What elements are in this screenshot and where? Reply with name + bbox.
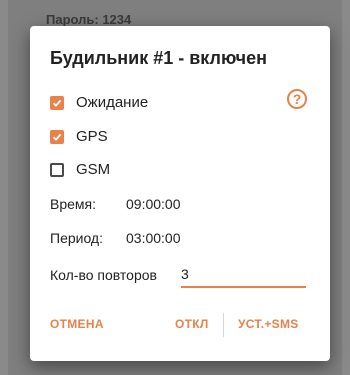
checkbox-gsm[interactable]: GSM bbox=[50, 161, 110, 178]
period-value[interactable]: 03:00:00 bbox=[126, 230, 181, 246]
background-password-text: Пароль: 1234 bbox=[46, 12, 132, 27]
time-field: Время: 09:00:00 bbox=[50, 196, 181, 212]
checkbox-checked-icon[interactable] bbox=[50, 129, 64, 144]
checkbox-gps-label: GPS bbox=[76, 128, 108, 145]
cancel-button[interactable]: ОТМЕНА bbox=[50, 317, 104, 331]
checkbox-waiting[interactable]: Ожидание bbox=[50, 94, 148, 111]
checkbox-unchecked-icon[interactable] bbox=[50, 162, 64, 177]
checkbox-gps[interactable]: GPS bbox=[50, 128, 108, 145]
button-divider bbox=[223, 313, 224, 337]
off-button[interactable]: ОТКЛ bbox=[175, 317, 209, 331]
checkbox-gsm-label: GSM bbox=[76, 161, 111, 178]
time-label: Время: bbox=[50, 196, 97, 212]
period-label: Период: bbox=[50, 230, 103, 246]
checkbox-checked-icon[interactable] bbox=[50, 95, 64, 110]
time-value[interactable]: 09:00:00 bbox=[126, 196, 181, 212]
help-icon[interactable]: ? bbox=[287, 89, 307, 109]
repeat-count-input[interactable] bbox=[181, 262, 306, 288]
dialog-title: Будильник #1 - включен bbox=[50, 48, 267, 68]
alarm-dialog: Будильник #1 - включен ? Ожидание GPS GS… bbox=[30, 26, 330, 361]
checkbox-waiting-label: Ожидание bbox=[76, 94, 149, 111]
repeat-label: Кол-во повторов bbox=[50, 267, 157, 283]
period-field: Период: 03:00:00 bbox=[50, 230, 181, 246]
set-sms-button[interactable]: УСТ.+SMS bbox=[238, 317, 299, 331]
